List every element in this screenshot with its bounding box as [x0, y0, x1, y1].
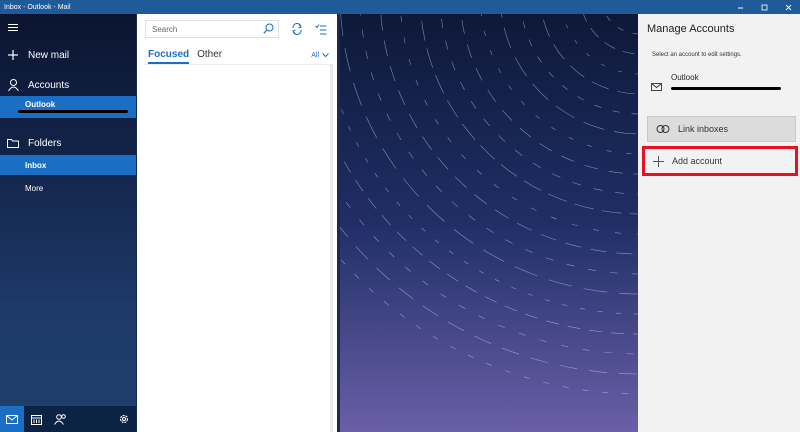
- account-outlook[interactable]: Outlook: [0, 96, 136, 118]
- account-name: Outlook: [25, 100, 56, 109]
- add-account-button[interactable]: Add account: [642, 146, 798, 176]
- link-icon: [656, 124, 670, 134]
- folder-more[interactable]: More: [0, 181, 136, 195]
- mail-icon: [6, 414, 18, 424]
- plus-icon: [653, 155, 664, 167]
- plus-icon: [7, 50, 19, 60]
- search-input[interactable]: Search: [145, 20, 279, 38]
- panel-title: Manage Accounts: [647, 23, 735, 35]
- sync-icon: [292, 23, 302, 35]
- link-inboxes-label: Link inboxes: [678, 124, 729, 134]
- inbox-label: Inbox: [25, 160, 47, 170]
- people-switch-button[interactable]: [48, 406, 72, 432]
- checklist-icon: [315, 23, 327, 34]
- gear-icon: [119, 414, 129, 424]
- maximize-icon: [761, 4, 767, 10]
- settings-button[interactable]: [112, 406, 136, 432]
- new-mail-label: New mail: [28, 49, 70, 61]
- message-list-pane: Search Focused Other All: [137, 14, 337, 432]
- calendar-icon: [30, 414, 42, 425]
- window-title: Inbox - Outlook - Mail: [4, 3, 71, 11]
- background-image: [340, 14, 638, 432]
- search-icon[interactable]: [263, 23, 274, 36]
- link-inboxes-button[interactable]: Link inboxes: [647, 116, 796, 142]
- mail-switch-button[interactable]: [0, 406, 24, 432]
- add-account-label: Add account: [672, 156, 723, 166]
- chevron-down-icon: [322, 53, 329, 58]
- tab-other[interactable]: Other: [197, 49, 222, 64]
- person-icon: [7, 79, 19, 91]
- inbox-tabs: Focused Other: [148, 49, 222, 64]
- redaction-bar: [671, 87, 781, 90]
- folders-button[interactable]: Folders: [0, 136, 136, 150]
- minimize-icon: [737, 7, 743, 8]
- folder-icon: [7, 138, 19, 148]
- minimize-button[interactable]: [728, 0, 752, 14]
- navigation-pane: New mail Accounts Outlook Folders Inbox …: [0, 14, 136, 432]
- account-label: Outlook: [671, 73, 699, 82]
- close-button[interactable]: [776, 0, 800, 14]
- account-entry-outlook[interactable]: Outlook: [651, 70, 791, 96]
- people-icon: [53, 413, 66, 425]
- maximize-button[interactable]: [752, 0, 776, 14]
- scrollbar[interactable]: [330, 64, 333, 432]
- panel-subtitle: Select an account to edit settings.: [652, 52, 742, 58]
- manage-accounts-panel: Manage Accounts Select an account to edi…: [638, 14, 800, 432]
- select-mode-button[interactable]: [313, 21, 329, 37]
- filter-label: All: [311, 52, 319, 59]
- nav-bottom-bar: [0, 406, 136, 432]
- tab-focused[interactable]: Focused: [148, 49, 190, 64]
- search-placeholder: Search: [152, 24, 178, 34]
- more-label: More: [25, 183, 44, 193]
- accounts-button[interactable]: Accounts: [0, 78, 136, 92]
- hamburger-menu-icon[interactable]: [8, 24, 18, 32]
- title-bar: Inbox - Outlook - Mail: [0, 0, 800, 14]
- calendar-switch-button[interactable]: [24, 406, 48, 432]
- sync-button[interactable]: [289, 21, 305, 37]
- accounts-label: Accounts: [28, 79, 70, 91]
- folders-label: Folders: [28, 137, 62, 149]
- redaction-bar: [18, 110, 128, 113]
- filter-dropdown[interactable]: All: [311, 52, 329, 59]
- mail-icon: [651, 78, 662, 96]
- folder-inbox[interactable]: Inbox: [0, 155, 136, 175]
- close-icon: [785, 4, 791, 10]
- divider: [145, 64, 333, 65]
- new-mail-button[interactable]: New mail: [0, 48, 136, 62]
